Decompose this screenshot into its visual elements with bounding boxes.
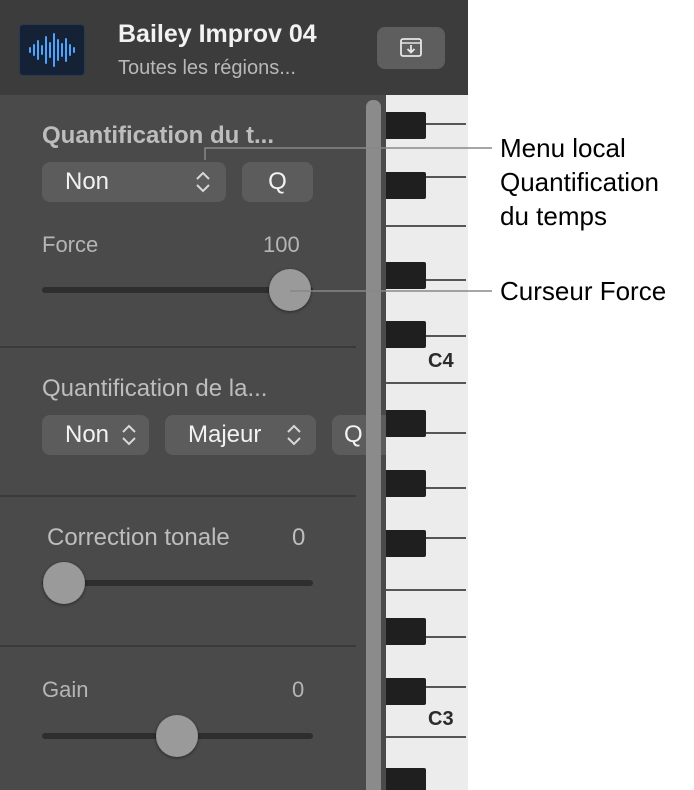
callout-strength-slider: Curseur Force bbox=[500, 276, 667, 306]
callout-local-menu: Menu local Quantification du temps bbox=[500, 131, 659, 233]
callout-local-menu-line2: Quantification bbox=[500, 167, 659, 197]
callout-local-menu-line3: du temps bbox=[500, 201, 607, 231]
callout-leader-lines bbox=[204, 147, 492, 292]
callout-local-menu-line1: Menu local bbox=[500, 133, 626, 163]
